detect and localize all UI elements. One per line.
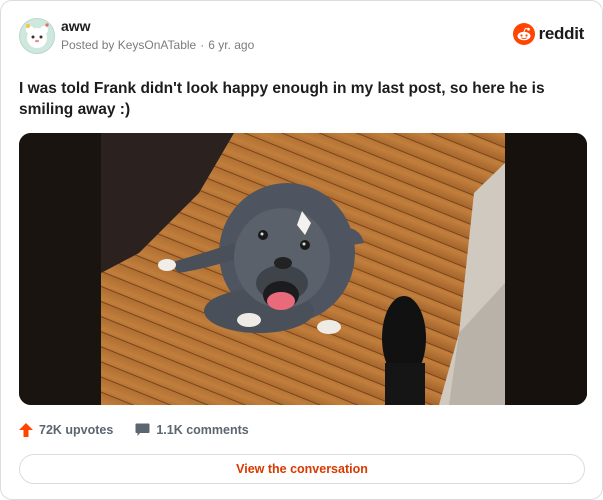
post-title[interactable]: I was told Frank didn't look happy enoug… bbox=[19, 78, 579, 120]
view-conversation-button[interactable]: View the conversation bbox=[19, 454, 585, 484]
reddit-logo[interactable]: reddit bbox=[512, 23, 585, 45]
dog-photo bbox=[19, 133, 587, 405]
post-age: 6 yr. ago bbox=[208, 38, 255, 52]
posted-by-label: Posted by bbox=[61, 38, 115, 52]
author-name[interactable]: KeysOnATable bbox=[118, 38, 197, 52]
comment-count[interactable]: 1.1K comments bbox=[135, 423, 249, 437]
upvote-count[interactable]: 72K upvotes bbox=[19, 423, 113, 437]
comment-bubble-icon bbox=[135, 423, 150, 436]
comment-label: 1.1K comments bbox=[156, 423, 249, 437]
subreddit-avatar-icon[interactable] bbox=[19, 18, 55, 54]
post-embed-card: aww Posted by KeysOnATable · 6 yr. ago red… bbox=[0, 0, 603, 500]
post-actions: 72K upvotes 1.1K comments bbox=[19, 421, 271, 439]
post-image[interactable] bbox=[19, 133, 587, 405]
post-meta: Posted by KeysOnATable · 6 yr. ago bbox=[61, 38, 254, 52]
upvote-label: 72K upvotes bbox=[39, 423, 114, 437]
upvote-arrow-icon bbox=[19, 423, 33, 437]
reddit-logo-icon bbox=[512, 23, 535, 45]
subreddit-name[interactable]: aww bbox=[61, 18, 91, 34]
post-header: aww Posted by KeysOnATable · 6 yr. ago red… bbox=[19, 18, 584, 54]
reddit-wordmark: reddit bbox=[538, 24, 585, 43]
meta-separator: · bbox=[200, 38, 205, 52]
